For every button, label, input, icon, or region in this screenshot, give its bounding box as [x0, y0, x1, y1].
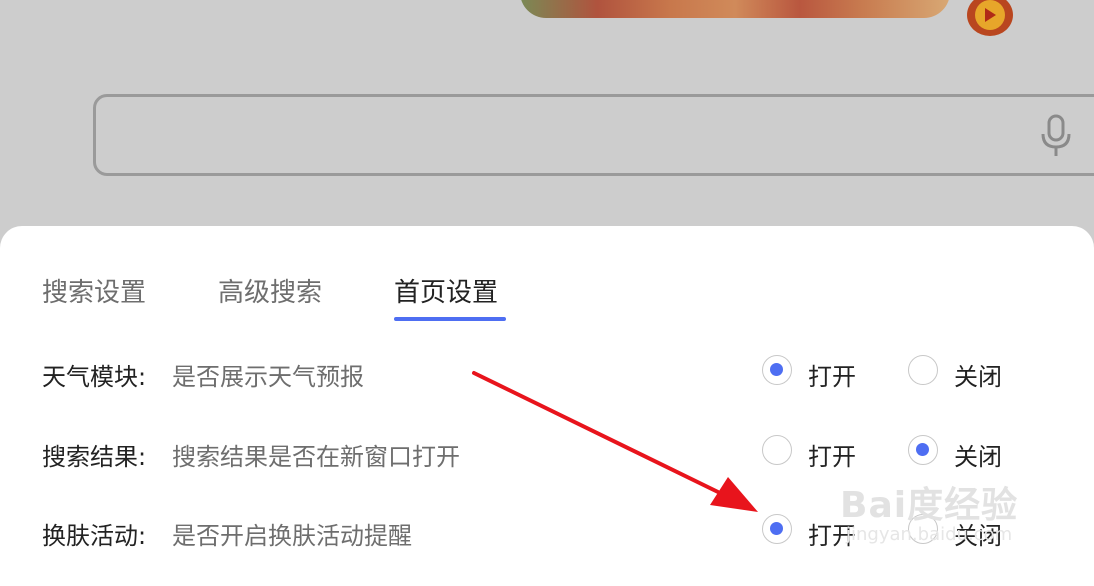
radio-label-on[interactable]: 打开	[808, 437, 856, 472]
setting-description: 是否展示天气预报	[172, 363, 364, 391]
doodle-banner[interactable]	[520, 0, 950, 18]
setting-name: 搜索结果:	[42, 443, 147, 471]
radio-results-on[interactable]	[762, 435, 792, 465]
radio-weather-off[interactable]	[908, 355, 938, 385]
tab-advanced-search[interactable]: 高级搜索	[218, 272, 322, 309]
radio-results-off[interactable]	[908, 435, 938, 465]
tab-search-settings[interactable]: 搜索设置	[42, 272, 146, 309]
radio-label-on[interactable]: 打开	[808, 357, 856, 392]
active-tab-indicator	[394, 317, 506, 321]
setting-name: 换肤活动:	[42, 522, 147, 550]
setting-row-weather: 天气模块: 是否展示天气预报 打开 关闭	[0, 355, 1094, 397]
setting-name: 天气模块:	[42, 363, 147, 391]
watermark-url: jingyan.baidu.com	[846, 524, 1013, 545]
search-input[interactable]	[93, 94, 1094, 176]
radio-skin-on[interactable]	[762, 514, 792, 544]
watermark-logo: Bai度经验	[840, 485, 1019, 526]
microphone-icon[interactable]	[1038, 114, 1074, 158]
setting-row-search-results: 搜索结果: 搜索结果是否在新窗口打开 打开 关闭	[0, 435, 1094, 477]
tab-homepage-settings[interactable]: 首页设置	[394, 272, 498, 309]
setting-description: 是否开启换肤活动提醒	[172, 522, 412, 550]
radio-label-off[interactable]: 关闭	[954, 357, 1002, 392]
play-icon	[985, 8, 996, 22]
radio-label-off[interactable]: 关闭	[954, 437, 1002, 472]
doodle-play-button[interactable]	[967, 0, 1013, 36]
setting-description: 搜索结果是否在新窗口打开	[172, 443, 460, 471]
radio-weather-on[interactable]	[762, 355, 792, 385]
